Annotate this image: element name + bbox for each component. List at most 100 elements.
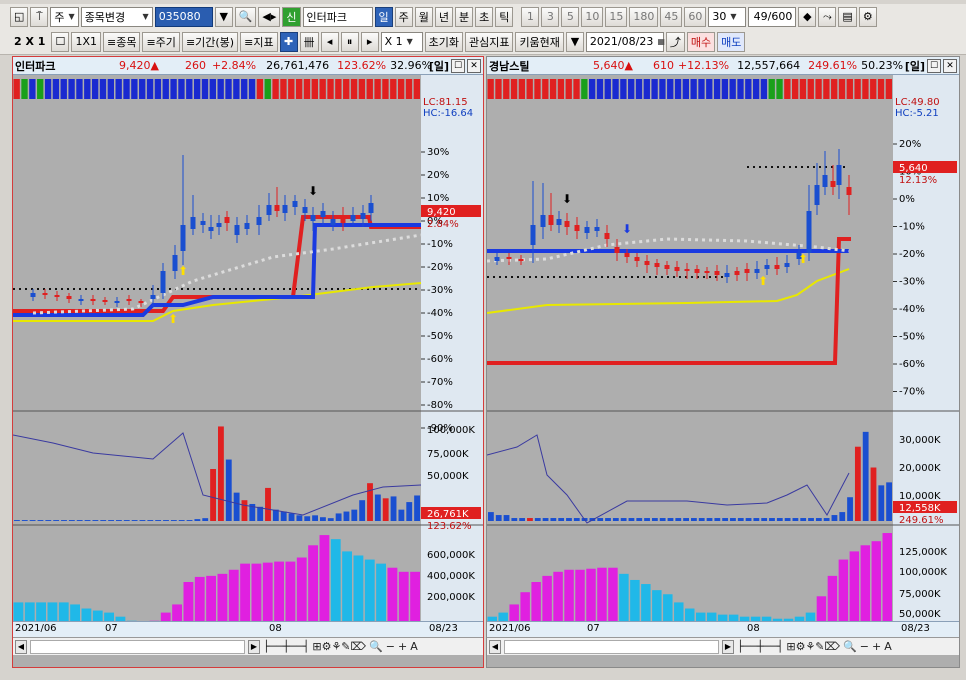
type-select[interactable]: 주 ▼: [50, 6, 79, 27]
reset-button[interactable]: 초기화: [424, 31, 463, 52]
zoom-slider[interactable]: ├──┼──┤: [263, 640, 309, 653]
gear-icon[interactable]: ⚙: [858, 6, 877, 27]
stock-change-select[interactable]: 종목변경 ▼: [80, 6, 153, 27]
indicator-menu-button[interactable]: ≡지표: [240, 31, 278, 52]
kiwoom-dropdown-button[interactable]: ▼: [565, 31, 584, 52]
chart-panel-gyeongnam-steel[interactable]: 경남스틸 5,640 ▲ 610 +12.13% 12,557,664 249.…: [486, 56, 960, 668]
sell-button[interactable]: 매도: [717, 31, 746, 52]
sound-icon[interactable]: ◀▸: [258, 6, 281, 27]
code-dropdown-button[interactable]: ▼: [214, 6, 233, 27]
date-field[interactable]: 2021/08/23 ▦: [585, 31, 665, 52]
interval-5[interactable]: 5: [561, 6, 580, 27]
chart-scrollbar[interactable]: ◀ ▶ ├──┼──┤ ⊞⚙⚘✎⌦ 🔍 − + A: [13, 637, 483, 655]
interval-1[interactable]: 1: [521, 6, 540, 27]
candle-body: [160, 271, 166, 293]
font-size-icon[interactable]: A: [410, 640, 418, 653]
stock-menu-button[interactable]: ≡종목: [103, 31, 141, 52]
zoom-slider[interactable]: ├──┼──┤: [737, 640, 783, 653]
period-month[interactable]: 월: [414, 6, 433, 27]
interval-60[interactable]: 60: [684, 6, 707, 27]
magnifier-icon[interactable]: 🔍: [369, 640, 383, 653]
maximize-icon[interactable]: ☐: [451, 59, 465, 73]
signal-bar: [870, 79, 877, 99]
signal-bar: [374, 79, 381, 99]
scroll-right-icon[interactable]: ▶: [248, 639, 260, 654]
save-icon[interactable]: ▤: [838, 6, 857, 27]
window-icon[interactable]: ◱: [10, 6, 29, 27]
price-tick-label: -40%: [427, 308, 453, 319]
trend-icon[interactable]: ⤳: [818, 6, 837, 27]
interval-input[interactable]: 30 ▼: [708, 6, 747, 27]
maximize-icon[interactable]: ☐: [927, 59, 941, 73]
period-menu-button[interactable]: ≡주기: [142, 31, 180, 52]
signal-bar: [311, 79, 318, 99]
close-icon[interactable]: ✕: [943, 59, 957, 73]
chart-panel-interpark[interactable]: 인터파크 9,420 ▲ 260 +2.84% 26,761,476 123.6…: [12, 56, 484, 668]
interval-10[interactable]: 10: [581, 6, 604, 27]
range-menu-button[interactable]: ≡기간(봉): [181, 31, 239, 52]
interval-180[interactable]: 180: [629, 6, 659, 27]
fmup-arrow: ⬆: [168, 312, 178, 326]
crosshair-icon[interactable]: ✚: [279, 31, 298, 52]
stock-tag-icon[interactable]: 신: [282, 6, 301, 27]
scroll-right-icon[interactable]: ▶: [722, 639, 734, 654]
period-year[interactable]: 년: [434, 6, 453, 27]
date-label-jul: 07: [105, 623, 118, 634]
watch-indicator-button[interactable]: 관심지표: [464, 31, 514, 52]
zoom-in-icon[interactable]: +: [398, 640, 407, 653]
chart-tools-icon[interactable]: ⊞⚙⚘✎⌦: [786, 640, 840, 653]
layout-1x1-button[interactable]: 1X1: [71, 31, 101, 52]
candle-body: [634, 257, 640, 261]
layout-box-icon[interactable]: ☐: [51, 31, 70, 52]
font-size-icon[interactable]: A: [884, 640, 892, 653]
scroll-track[interactable]: [504, 639, 719, 654]
scroll-left-icon[interactable]: ◀: [489, 639, 501, 654]
period-tick[interactable]: 틱: [495, 6, 514, 27]
chart-type-icon[interactable]: ⤴: [665, 31, 685, 52]
volume-tick-label: 100,000K: [427, 425, 475, 436]
pause-icon[interactable]: ⏸: [340, 31, 359, 52]
pin-icon[interactable]: ⍑: [30, 6, 49, 27]
stock-name-field[interactable]: 인터파크: [302, 6, 373, 27]
chart-tools-icon[interactable]: ⊞⚙⚘✎⌦: [312, 640, 366, 653]
volume-bar: [163, 520, 169, 521]
zoom-out-icon[interactable]: −: [386, 640, 395, 653]
interval-45[interactable]: 45: [660, 6, 683, 27]
stock-code-input[interactable]: 035080: [154, 6, 213, 27]
interval-3[interactable]: 3: [541, 6, 560, 27]
kiwoom-status-button[interactable]: 키움현재: [515, 31, 564, 52]
signal-bar: [107, 79, 114, 99]
period-week[interactable]: 주: [394, 6, 413, 27]
step-forward-icon[interactable]: ▸: [360, 31, 379, 52]
magnifier-icon[interactable]: 🔍: [843, 640, 857, 653]
signal-bar: [784, 79, 791, 99]
stock-name-value: 인터파크: [306, 10, 347, 24]
zoom-in-icon[interactable]: +: [872, 640, 881, 653]
scroll-track[interactable]: [30, 639, 245, 654]
grid-icon[interactable]: 卌: [299, 31, 319, 52]
period-minute[interactable]: 분: [455, 6, 474, 27]
red-line: [487, 237, 851, 365]
period-second[interactable]: 초: [475, 6, 494, 27]
candle-body: [822, 175, 828, 187]
step-back-icon[interactable]: ◂: [320, 31, 339, 52]
page-count-field[interactable]: 49/600: [748, 6, 797, 27]
search-icon[interactable]: 🔍: [234, 6, 257, 27]
volume-bar: [862, 431, 869, 521]
period-day[interactable]: 일: [374, 6, 393, 27]
chevron-down-icon: ▼: [142, 12, 149, 21]
buy-button[interactable]: 매수: [686, 31, 716, 52]
signal-bar: [186, 79, 193, 99]
stock-chart-area[interactable]: 30%20%10%0%-10%-20%-30%-40%-50%-60%-70%-…: [13, 75, 484, 635]
interval-15[interactable]: 15: [605, 6, 628, 27]
chart-tool-icon[interactable]: ◆: [798, 6, 817, 27]
candle-body: [684, 269, 690, 271]
zoom-out-icon[interactable]: −: [860, 640, 869, 653]
close-icon[interactable]: ✕: [467, 59, 481, 73]
chart-scrollbar[interactable]: ◀ ▶ ├──┼──┤ ⊞⚙⚘✎⌦ 🔍 − + A: [487, 637, 959, 655]
stock-chart-area[interactable]: 20%10%0%-10%-20%-30%-40%-50%-60%-70%LC:4…: [487, 75, 960, 635]
volume-tick-label: 30,000K: [899, 435, 941, 446]
multiplier-select[interactable]: X 1 ▼: [380, 31, 423, 52]
candle-body: [234, 225, 240, 235]
scroll-left-icon[interactable]: ◀: [15, 639, 27, 654]
